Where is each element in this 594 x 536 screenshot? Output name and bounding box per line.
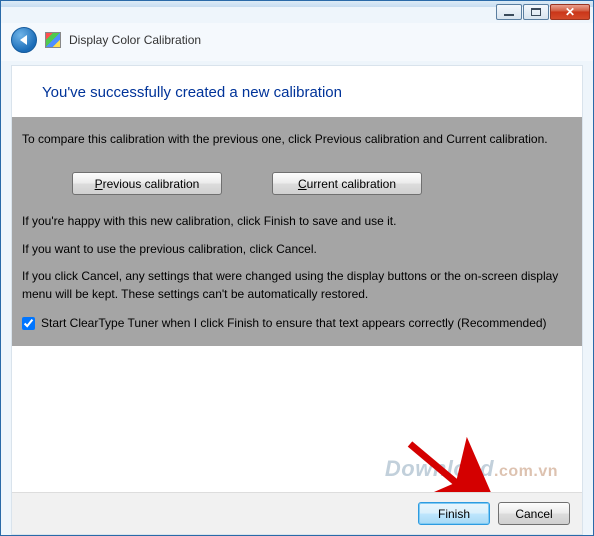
current-calibration-button[interactable]: Current calibration [272,172,422,195]
compare-instruction: To compare this calibration with the pre… [22,131,572,148]
cancel-note: If you want to use the previous calibrat… [22,241,572,258]
footer-bar: Finish Cancel [12,492,582,534]
cancel-button[interactable]: Cancel [498,502,570,525]
cleartype-checkbox[interactable] [22,317,35,330]
arrow-left-icon [20,35,27,45]
page-title: You've successfully created a new calibr… [12,66,582,117]
window-frame: ✕ Display Color Calibration You've succe… [0,0,594,536]
instruction-panel: To compare this calibration with the pre… [12,117,582,346]
close-icon: ✕ [565,6,575,18]
titlebar: ✕ [1,1,593,23]
finish-button[interactable]: Finish [418,502,490,525]
watermark: Download.com.vn [385,456,558,482]
previous-calibration-button[interactable]: Previous calibration [72,172,222,195]
window-title: Display Color Calibration [69,33,201,47]
compare-button-row: Previous calibration Current calibration [22,158,572,213]
cleartype-label[interactable]: Start ClearType Tuner when I click Finis… [41,315,547,332]
prev-btn-label-rest: revious calibration [103,177,200,191]
calibration-icon [45,32,61,48]
close-button[interactable]: ✕ [550,4,590,20]
minimize-button[interactable] [496,4,522,20]
maximize-button[interactable] [523,4,549,20]
cancel-detail: If you click Cancel, any settings that w… [22,268,572,303]
header-bar: Display Color Calibration [1,23,593,61]
cleartype-option: Start ClearType Tuner when I click Finis… [22,315,572,332]
content-area: You've successfully created a new calibr… [11,65,583,535]
finish-note: If you're happy with this new calibratio… [22,213,572,230]
curr-btn-label-rest: urrent calibration [307,177,396,191]
back-button[interactable] [11,27,37,53]
